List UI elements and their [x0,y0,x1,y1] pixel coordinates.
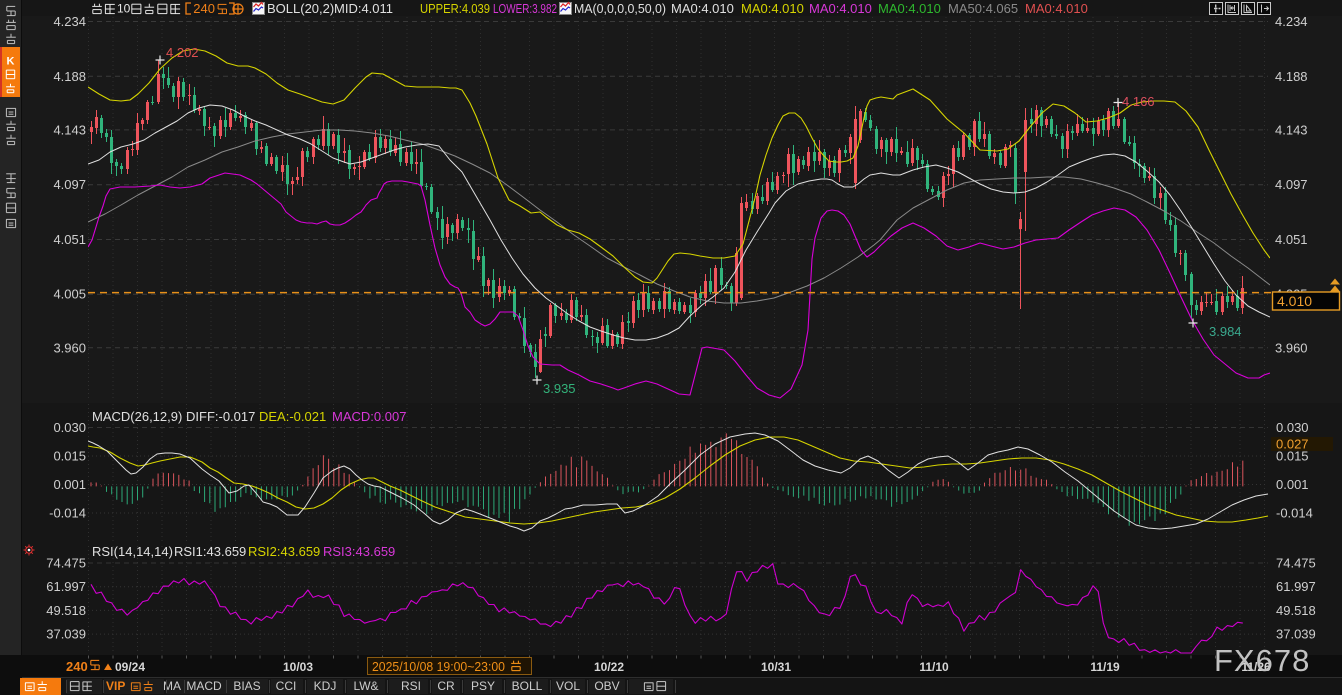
svg-text:MACD: MACD [186,679,222,693]
svg-text:37.039: 37.039 [46,627,86,642]
svg-text:2025/10/08 19:00~23:00: 2025/10/08 19:00~23:00 [372,660,505,674]
svg-text:4.143: 4.143 [1275,122,1308,137]
svg-text:10: 10 [117,2,131,16]
svg-text:MA0:4.010: MA0:4.010 [741,1,804,16]
svg-text:BIAS: BIAS [233,679,260,693]
svg-text:K: K [7,55,15,67]
svg-text:VOL: VOL [556,679,580,693]
svg-text:-0.014: -0.014 [49,506,86,521]
svg-text:RSI(14,14,14): RSI(14,14,14) [92,544,173,559]
svg-text:4.005: 4.005 [53,287,86,302]
svg-text:MA0:4.010: MA0:4.010 [809,1,872,16]
svg-text:MA0:4.010: MA0:4.010 [878,1,941,16]
svg-text:RSI: RSI [401,679,421,693]
svg-text:MACD(26,12,9): MACD(26,12,9) [92,409,182,424]
svg-text:MA(0,0,0,0,50,0): MA(0,0,0,0,50,0) [574,1,666,16]
svg-text:10/22: 10/22 [594,660,624,674]
svg-text:4.234: 4.234 [53,14,86,29]
svg-text:09/24: 09/24 [115,660,145,674]
svg-text:RSI3:43.659: RSI3:43.659 [323,544,395,559]
svg-text:37.039: 37.039 [1276,627,1316,642]
svg-text:61.997: 61.997 [1276,579,1316,594]
svg-text:4.097: 4.097 [1275,177,1308,192]
svg-text:10/03: 10/03 [283,660,313,674]
svg-text:11/19: 11/19 [1090,660,1120,674]
svg-text:10/31: 10/31 [761,660,791,674]
svg-text:11/10: 11/10 [919,660,949,674]
svg-text:VIP: VIP [106,679,125,693]
svg-text:4.143: 4.143 [53,122,86,137]
svg-text:4.051: 4.051 [53,232,86,247]
svg-text:UPPER:4.039: UPPER:4.039 [420,2,490,16]
svg-text:CR: CR [437,679,455,693]
svg-text:PSY: PSY [471,679,495,693]
svg-text:3.984: 3.984 [1209,324,1242,339]
svg-text:MA0:4.010: MA0:4.010 [1025,1,1088,16]
svg-text:4.188: 4.188 [53,69,86,84]
svg-text:MA50:4.065: MA50:4.065 [948,1,1018,16]
svg-text:4.234: 4.234 [1275,14,1308,29]
svg-text:3.960: 3.960 [1275,340,1308,355]
svg-text:4.010: 4.010 [1277,293,1312,309]
svg-text:DEA:-0.021: DEA:-0.021 [259,409,326,424]
svg-text:4.097: 4.097 [53,177,86,192]
svg-text:OBV: OBV [594,679,619,693]
svg-text:BOLL: BOLL [512,679,543,693]
svg-text:3.935: 3.935 [543,381,576,396]
svg-text:0.015: 0.015 [53,449,86,464]
svg-text:LOWER:3.982: LOWER:3.982 [493,2,557,16]
svg-text:MID:4.011: MID:4.011 [334,1,393,16]
svg-text:0.030: 0.030 [1276,420,1309,435]
svg-text:3.960: 3.960 [53,340,86,355]
svg-text:RSI2:43.659: RSI2:43.659 [248,544,320,559]
svg-text:0.001: 0.001 [53,477,86,492]
svg-text:74.475: 74.475 [1276,556,1316,571]
svg-text:LW&: LW& [353,679,378,693]
svg-text:KDJ: KDJ [314,679,337,693]
svg-text:RSI1:43.659: RSI1:43.659 [174,544,246,559]
svg-text:49.518: 49.518 [1276,603,1316,618]
svg-text:MA: MA [163,679,181,693]
svg-text:DIFF:-0.017: DIFF:-0.017 [186,409,255,424]
svg-text:49.518: 49.518 [46,603,86,618]
svg-text:4.051: 4.051 [1275,232,1308,247]
svg-text:4.166: 4.166 [1122,94,1155,109]
svg-text:FX678: FX678 [1214,643,1310,678]
svg-text:4.188: 4.188 [1275,69,1308,84]
svg-text:240: 240 [66,659,88,674]
svg-text:CCI: CCI [276,679,297,693]
svg-text:0.027: 0.027 [1276,437,1309,452]
svg-text:0.001: 0.001 [1276,477,1309,492]
svg-text:4.202: 4.202 [166,45,199,60]
svg-text:240: 240 [193,1,215,16]
svg-text:-0.014: -0.014 [1276,506,1313,521]
svg-text:61.997: 61.997 [46,579,86,594]
svg-text:BOLL(20,2): BOLL(20,2) [267,1,334,16]
svg-text:MACD:0.007: MACD:0.007 [332,409,406,424]
svg-text:74.475: 74.475 [46,556,86,571]
svg-text:MA0:4.010: MA0:4.010 [671,1,734,16]
svg-text:0.030: 0.030 [53,420,86,435]
